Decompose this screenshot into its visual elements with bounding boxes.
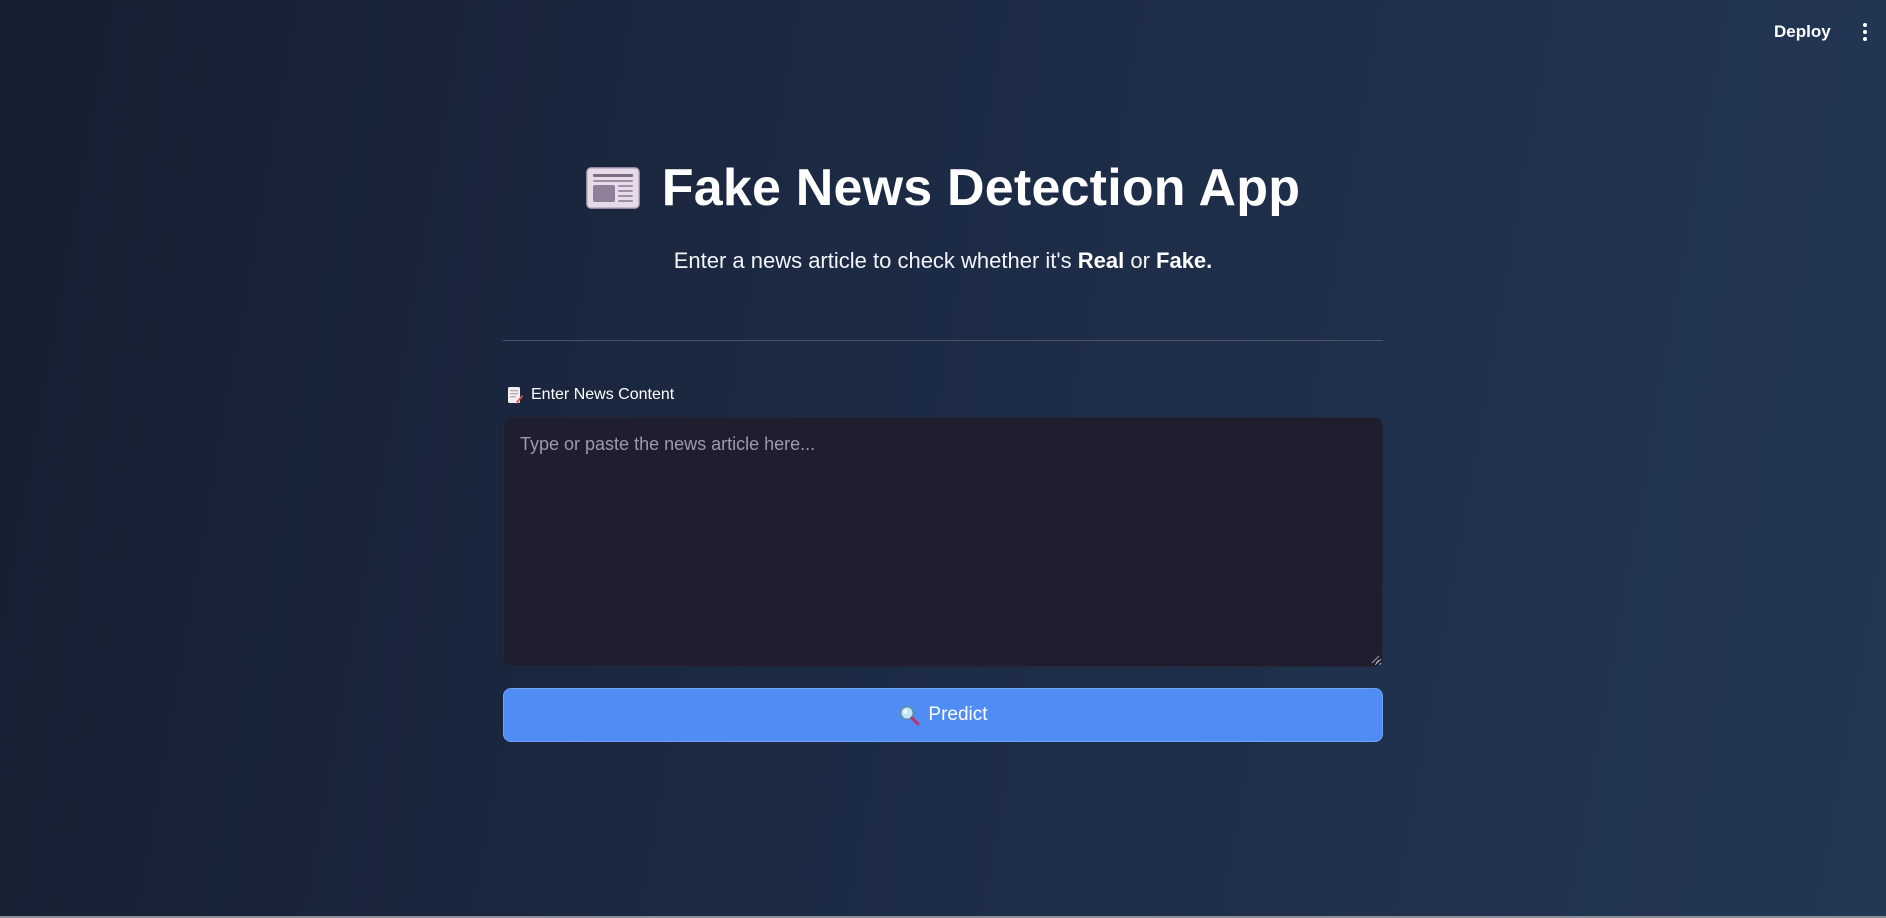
subtitle-connector: or xyxy=(1124,248,1157,273)
predict-button[interactable]: Predict xyxy=(503,688,1383,742)
subtitle-prefix: Enter a news article to check whether it… xyxy=(673,248,1078,273)
page-subtitle: Enter a news article to check whether it… xyxy=(503,248,1383,274)
news-content-input[interactable] xyxy=(503,417,1383,667)
top-toolbar: Deploy xyxy=(0,0,1886,62)
news-content-label-text: Enter News Content xyxy=(531,386,675,403)
magnifying-glass-icon xyxy=(899,705,920,726)
subtitle-suffix: . xyxy=(1206,248,1213,273)
kebab-menu-icon[interactable] xyxy=(1854,18,1876,46)
subtitle-real: Real xyxy=(1077,248,1125,273)
deploy-button[interactable]: Deploy xyxy=(1764,18,1841,46)
news-input-container xyxy=(503,417,1383,667)
news-content-label: Enter News Content xyxy=(507,386,674,404)
page-header: Fake News Detection App xyxy=(503,158,1383,218)
page-title: Fake News Detection App xyxy=(661,159,1301,217)
memo-icon xyxy=(508,387,523,404)
divider xyxy=(503,340,1383,341)
subtitle-fake: Fake xyxy=(1156,248,1207,273)
predict-button-label: Predict xyxy=(928,704,988,725)
newspaper-icon xyxy=(586,167,640,209)
